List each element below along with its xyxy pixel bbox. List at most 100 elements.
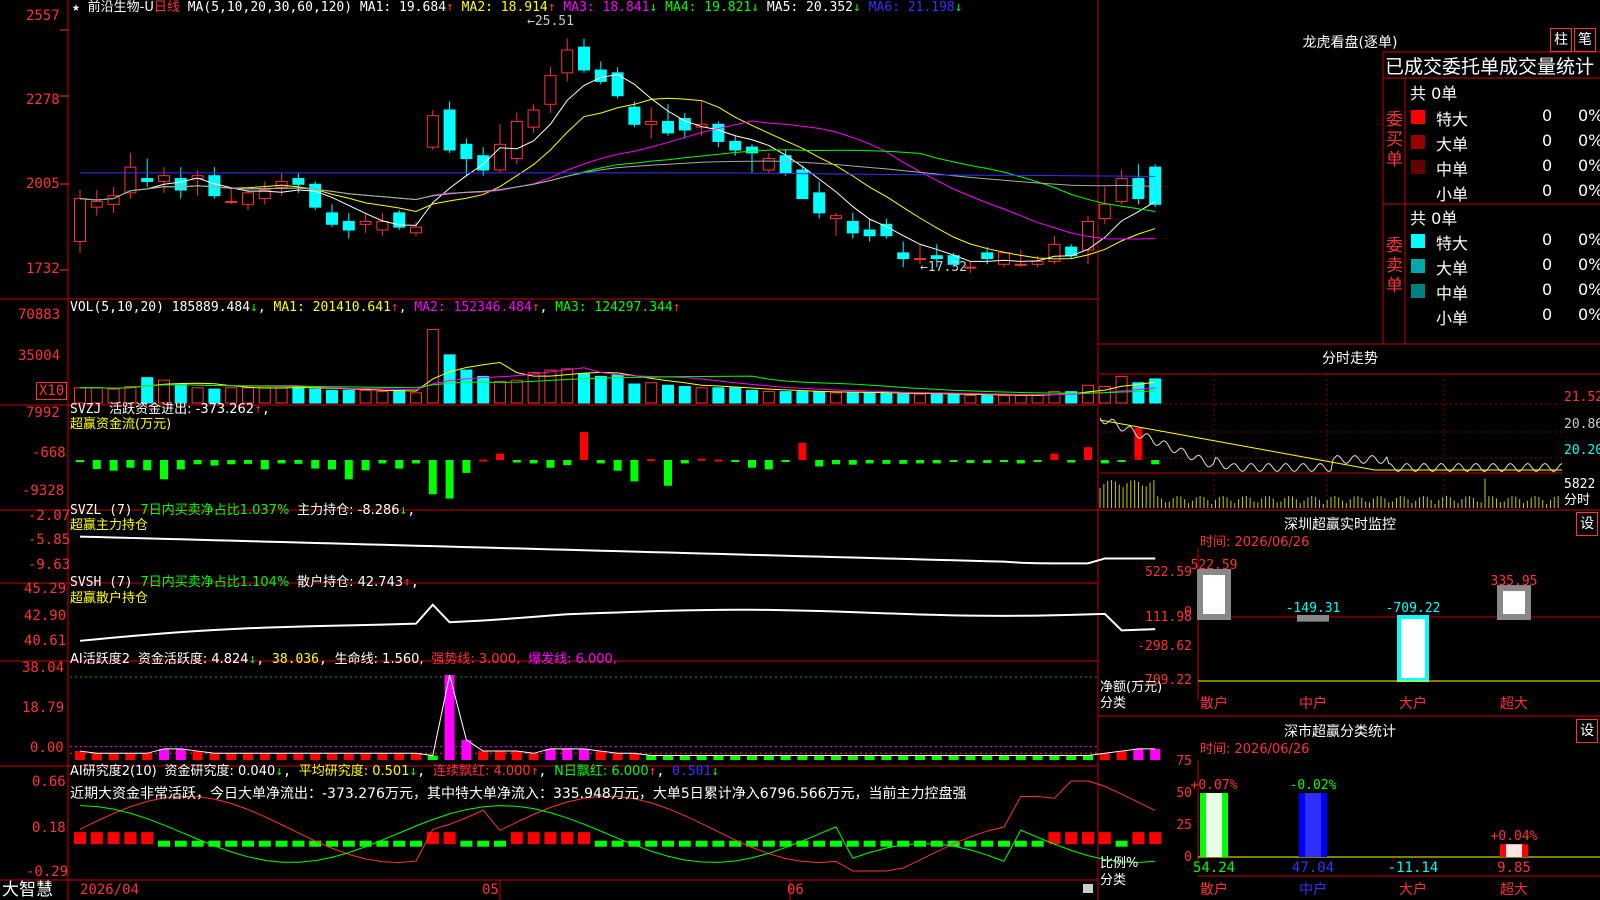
candle-up <box>124 166 137 194</box>
realtime-title: 深圳超赢实时监控 <box>1284 517 1396 533</box>
classify-bottom-value: 47.04 <box>1292 860 1334 876</box>
date-tick: 06 <box>787 882 804 898</box>
research-bar <box>594 840 607 847</box>
research-bar <box>645 840 658 847</box>
activity-bar <box>1032 755 1043 760</box>
activity-bar <box>545 748 556 760</box>
favorite-star-icon[interactable]: ★ <box>72 0 80 15</box>
flow-bar-in <box>1134 427 1143 460</box>
flow-bar-out <box>395 460 404 469</box>
activity-bar <box>646 755 657 760</box>
research-bar <box>107 832 120 845</box>
flow-bar-out <box>983 460 992 464</box>
flow-bar-out <box>882 460 891 464</box>
flow-bar-out <box>462 460 471 473</box>
activity-bar <box>679 755 690 760</box>
research-bar <box>662 840 674 847</box>
bar-mode-button[interactable]: 柱 <box>1550 28 1572 52</box>
volume-bar-up <box>494 380 506 404</box>
activity-bar <box>780 755 791 760</box>
flow-bar-out <box>613 460 622 471</box>
flow-bar-out <box>277 460 286 464</box>
order-percent: 0% <box>1578 230 1600 249</box>
volume-bar-down <box>326 389 338 404</box>
classify-ylabel: 比例% <box>1100 856 1139 871</box>
flow-bar-out <box>445 460 454 499</box>
svsh-header: SVSH (7) 7日内买卖净占比1.104% 散户持仓: 42.743↑, <box>70 575 419 590</box>
flow-bar-out <box>764 460 773 470</box>
research-bar <box>712 840 725 847</box>
research-bar <box>527 832 540 845</box>
volume-bar-down <box>796 391 809 404</box>
ai1-tick: 0.00 <box>30 740 64 756</box>
activity-bar <box>276 753 287 760</box>
ma-arrow: ↓ <box>751 0 760 15</box>
order-percent: 0% <box>1578 106 1600 125</box>
research-bar <box>342 840 355 847</box>
realtime-settings-button[interactable]: 设 <box>1576 512 1598 536</box>
volume-bar-down <box>477 375 490 404</box>
classify-top-label: +0.07% <box>1191 778 1238 793</box>
svzl-subtitle: 超赢主力持仓 <box>70 518 149 533</box>
svzj-tick: -668 <box>32 445 66 461</box>
realtime-category: 中户 <box>1299 695 1327 712</box>
app-logo[interactable]: 大智慧 <box>2 880 53 900</box>
tick-mode-button[interactable]: 笔 <box>1574 28 1596 52</box>
classify-category: 大户 <box>1399 881 1427 898</box>
classify-settings-button[interactable]: 设 <box>1576 719 1598 743</box>
flow-bar-out <box>160 460 168 480</box>
volume-bar-up <box>964 394 977 404</box>
volume-bar-down <box>611 374 624 404</box>
flow-bar-out <box>512 460 521 463</box>
candle-down <box>208 175 221 197</box>
volume-bar-down <box>141 377 154 404</box>
sell-label: 委卖单 <box>1386 236 1403 296</box>
flow-bar-out <box>1067 460 1076 463</box>
flow-bar-in <box>1084 447 1092 460</box>
lock-icon[interactable] <box>1083 884 1093 893</box>
activity-bar <box>478 751 489 760</box>
activity-bar <box>108 753 119 760</box>
candle-down <box>342 220 355 231</box>
flow-bar-out <box>865 460 874 464</box>
flow-bar-in <box>496 453 504 460</box>
research-bar <box>544 832 557 845</box>
flow-bar-out <box>949 460 958 462</box>
candle-up <box>426 115 439 148</box>
volume-bar-down <box>443 354 456 404</box>
candle-down <box>578 46 590 71</box>
candle-down <box>846 220 859 234</box>
flow-bar-out <box>378 460 387 464</box>
activity-bar <box>612 753 623 760</box>
volume-bar-up <box>359 389 372 404</box>
high-annotation: ←25.51 <box>527 14 574 29</box>
candle-down <box>662 120 674 134</box>
flow-bar-out <box>294 460 303 464</box>
flow-bar-out <box>328 460 336 470</box>
order-percent: 0% <box>1578 156 1600 175</box>
order-size-label: 中单 <box>1436 284 1469 303</box>
ma6-line <box>80 172 1156 177</box>
volume-bar-down <box>746 389 758 404</box>
vol-tick: 70883 <box>18 307 61 323</box>
activity-bar <box>831 755 841 760</box>
ai2-tick: -0.29 <box>26 864 69 880</box>
research-bar <box>258 840 271 847</box>
svzj-tick: 7992 <box>26 405 60 421</box>
activity-bar <box>293 753 304 760</box>
period-label[interactable]: 日线 <box>154 0 180 15</box>
stock-name[interactable]: 前沿生物-U <box>88 0 154 15</box>
order-color-swatch <box>1411 110 1425 124</box>
candle-down <box>141 178 154 182</box>
research-bar <box>124 832 137 845</box>
flow-bar-out <box>109 460 118 471</box>
volume-bar-up <box>510 379 523 404</box>
classify-category: 中户 <box>1299 881 1327 898</box>
ma-values: MA1: 19.684↑ MA2: 18.914↑ MA3: 18.841↓ M… <box>360 0 963 15</box>
vol-unit-badge[interactable]: X10 <box>36 382 68 400</box>
ai1-tick: 18.79 <box>22 700 65 716</box>
activity-bar <box>411 753 421 760</box>
research-bar <box>1014 840 1027 847</box>
svsh-tick: 45.29 <box>24 581 67 597</box>
volume-bar-up <box>645 382 658 404</box>
